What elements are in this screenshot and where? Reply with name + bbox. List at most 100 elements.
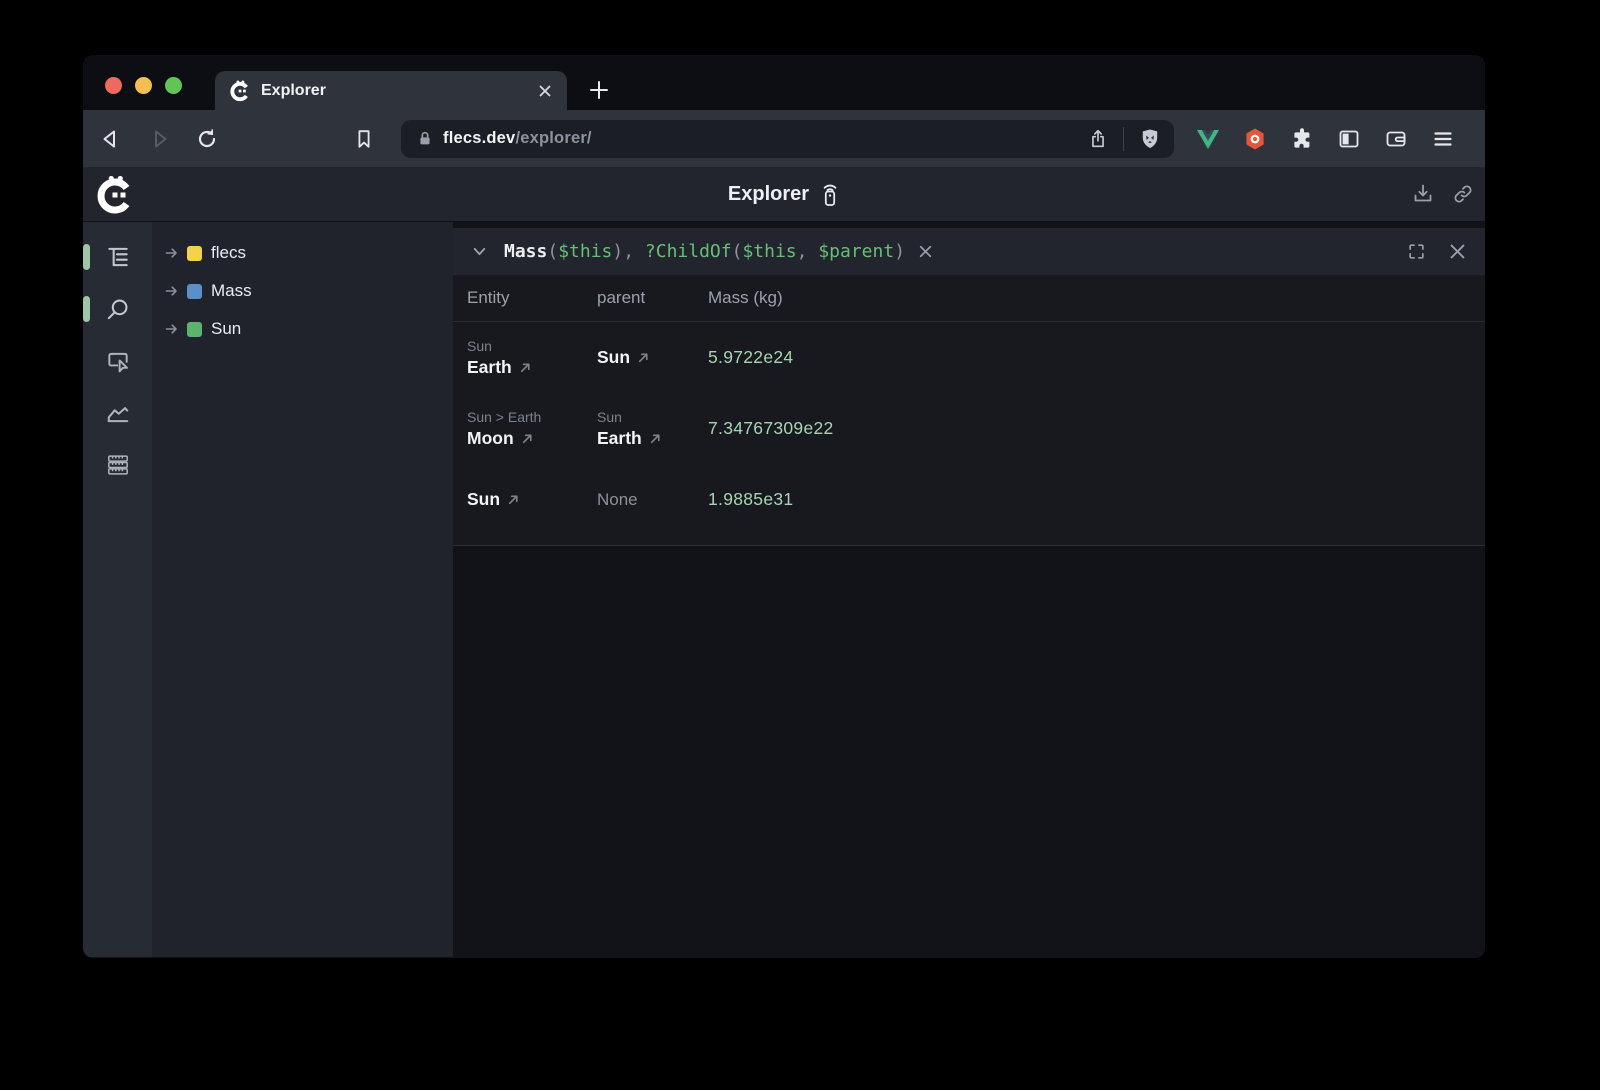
app-header: Explorer <box>83 167 1485 222</box>
zoom-window-button[interactable] <box>165 77 182 94</box>
tree-item-label: Sun <box>211 319 241 339</box>
inspector-icon[interactable] <box>105 348 131 374</box>
close-panel-icon[interactable] <box>1448 242 1467 261</box>
query-panel: Mass($this), ?ChildOf($this, $parent) En… <box>453 222 1485 957</box>
reload-button[interactable] <box>195 127 219 151</box>
chart-icon[interactable] <box>105 400 131 426</box>
tables-icon[interactable] <box>105 452 131 478</box>
url-domain: flecs.dev <box>443 129 515 147</box>
search-icon[interactable] <box>105 296 131 322</box>
query-token: ), <box>612 241 645 262</box>
url-path: /explorer/ <box>515 129 591 147</box>
entity-link[interactable]: Earth <box>467 357 597 378</box>
tree-item-sun[interactable]: Sun <box>152 310 453 348</box>
expand-arrow-icon[interactable] <box>164 321 180 337</box>
empty-canvas <box>453 546 1485 957</box>
download-icon[interactable] <box>1411 182 1435 206</box>
url-bar[interactable]: flecs.dev/explorer/ <box>401 120 1174 158</box>
hexagon-extension-icon[interactable] <box>1243 127 1267 151</box>
entity-parent-path: Sun > Earth <box>467 409 597 425</box>
fullscreen-icon[interactable] <box>1407 242 1426 261</box>
query-header: Mass($this), ?ChildOf($this, $parent) <box>453 228 1485 275</box>
browser-window: Explorer flecs.dev/explorer/ <box>83 55 1485 958</box>
parent-none-value: None <box>597 490 708 510</box>
link-icon[interactable] <box>1451 182 1475 206</box>
expand-arrow-icon[interactable] <box>164 245 180 261</box>
query-token: Mass <box>504 241 547 262</box>
share-icon[interactable] <box>1087 128 1109 150</box>
query-token: ?ChildOf <box>645 241 732 262</box>
vue-devtools-icon[interactable] <box>1196 127 1220 151</box>
tree-item-label: flecs <box>211 243 246 263</box>
remote-connection-icon[interactable] <box>820 183 840 207</box>
entity-name: Moon <box>467 428 514 449</box>
window-controls <box>105 77 182 94</box>
divider <box>1123 127 1124 151</box>
mass-value: 1.9885e31 <box>708 489 793 509</box>
new-tab-button[interactable] <box>587 78 611 102</box>
tree-view-icon[interactable] <box>105 244 131 270</box>
column-header-entity: Entity <box>467 288 597 308</box>
parent-entity-link[interactable]: Sun <box>597 347 708 368</box>
url-text: flecs.dev/explorer/ <box>443 129 592 148</box>
tree-item-label: Mass <box>211 281 252 301</box>
entity-link[interactable]: Moon <box>467 428 597 449</box>
browser-toolbar: flecs.dev/explorer/ <box>83 110 1485 167</box>
parent-entity-name: Sun <box>597 347 630 368</box>
entity-parent-path: Sun <box>467 338 597 354</box>
tab-bar: Explorer <box>83 55 1485 110</box>
entity-link[interactable]: Sun <box>467 489 597 510</box>
forward-button[interactable] <box>147 127 171 151</box>
mass-value: 7.34767309e22 <box>708 418 834 438</box>
tool-sidebar <box>83 222 152 957</box>
lock-icon <box>415 129 435 149</box>
active-indicator <box>83 244 90 270</box>
parent-entity-link[interactable]: Earth <box>597 428 708 449</box>
back-button[interactable] <box>99 127 123 151</box>
query-token: $parent <box>818 241 894 262</box>
page-title: Explorer <box>728 183 809 206</box>
table-row: Sun > Earth Moon Sun Earth 7.34767309e22 <box>453 393 1485 464</box>
query-token: ) <box>894 241 905 262</box>
tree-item-mass[interactable]: Mass <box>152 272 453 310</box>
tree-item-flecs[interactable]: flecs <box>152 234 453 272</box>
entity-name: Earth <box>467 357 512 378</box>
main-area: flecsMassSun Mass($this), ?ChildOf($this… <box>83 222 1485 957</box>
entity-color-swatch <box>187 246 202 261</box>
minimize-window-button[interactable] <box>135 77 152 94</box>
entity-name: Sun <box>467 489 500 510</box>
query-token: ( <box>547 241 558 262</box>
query-expression[interactable]: Mass($this), ?ChildOf($this, $parent) <box>504 241 905 262</box>
column-header-parent: parent <box>597 288 708 308</box>
brave-shield-icon[interactable] <box>1138 127 1162 151</box>
flecs-favicon-icon <box>229 80 251 102</box>
query-token: , <box>797 241 819 262</box>
query-token: ( <box>732 241 743 262</box>
wallet-icon[interactable] <box>1384 127 1408 151</box>
expand-arrow-icon[interactable] <box>164 283 180 299</box>
table-row: Sun None1.9885e31 <box>453 464 1485 535</box>
table-header-row: Entity parent Mass (kg) <box>453 275 1485 322</box>
query-token: $this <box>558 241 612 262</box>
active-indicator <box>83 296 90 322</box>
extensions-puzzle-icon[interactable] <box>1290 127 1314 151</box>
entity-color-swatch <box>187 284 202 299</box>
sidebar-toggle-icon[interactable] <box>1337 127 1361 151</box>
query-results-table: Entity parent Mass (kg) SunEarthSun5.972… <box>453 275 1485 546</box>
extensions-row <box>1196 127 1455 151</box>
chevron-down-icon[interactable] <box>471 243 488 260</box>
close-window-button[interactable] <box>105 77 122 94</box>
query-token: $this <box>742 241 796 262</box>
parent-parent-path: Sun <box>597 409 708 425</box>
tab-explorer[interactable]: Explorer <box>215 71 567 110</box>
tab-title: Explorer <box>261 82 537 100</box>
query-clear-icon[interactable] <box>917 243 934 260</box>
bookmark-icon[interactable] <box>353 128 375 150</box>
flecs-logo-icon[interactable] <box>95 175 135 215</box>
parent-entity-name: Earth <box>597 428 642 449</box>
table-row: SunEarthSun5.9722e24 <box>453 322 1485 393</box>
entity-tree-panel: flecs Mass Sun <box>152 222 453 957</box>
tab-close-icon[interactable] <box>537 83 553 99</box>
menu-icon[interactable] <box>1431 127 1455 151</box>
column-header-mass: Mass (kg) <box>708 288 1485 308</box>
